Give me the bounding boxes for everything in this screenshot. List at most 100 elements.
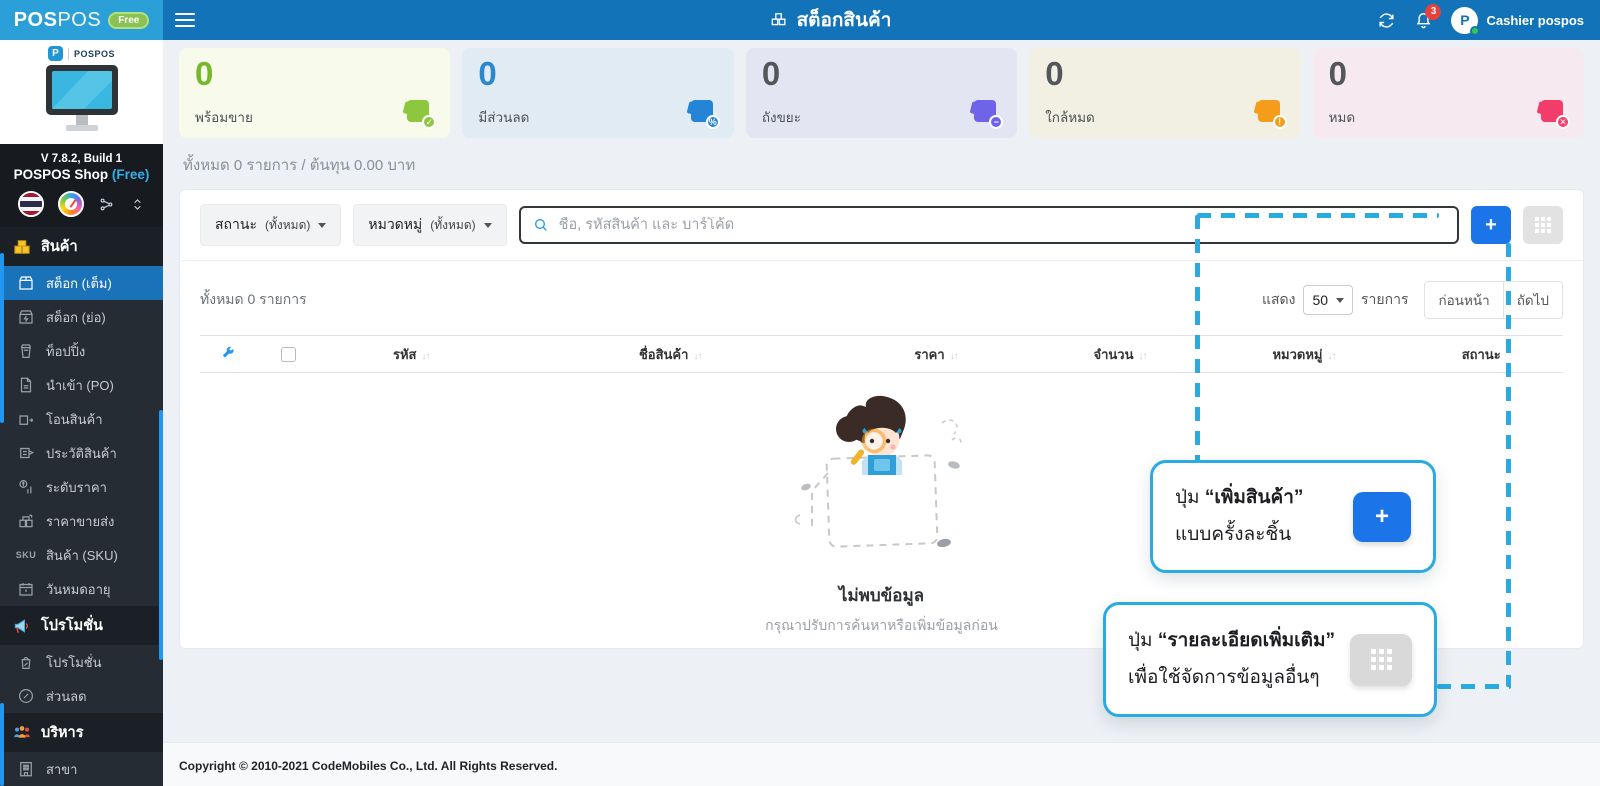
shop-plan: (Free) <box>112 167 150 182</box>
price-level-icon <box>16 477 36 497</box>
mini-logo-p-icon: P <box>48 46 63 61</box>
stock-panel: สถานะ(ทั้งหมด) หมวดหมู่(ทั้งหมด) + ทั้งห… <box>179 189 1584 649</box>
more-details-button[interactable] <box>1523 206 1563 244</box>
pos-monitor-illustration <box>34 61 130 135</box>
column-settings-wrench-icon[interactable] <box>200 336 255 373</box>
show-label: แสดง <box>1262 289 1296 311</box>
stat-label: มีส่วนลด <box>478 106 717 128</box>
user-menu[interactable]: P Cashier pospos <box>1451 7 1584 34</box>
theme-gauge-icon[interactable] <box>58 191 84 217</box>
notifications-bell-icon[interactable]: 3 <box>1414 11 1433 30</box>
stock-mini-icon <box>16 307 36 327</box>
stat-value: 0 <box>195 56 434 92</box>
box-warning-icon: ! <box>1255 100 1285 126</box>
no-data-illustration <box>776 395 988 567</box>
column-price[interactable]: ราคา↓↑ <box>841 336 1032 373</box>
sidebar-scrollbar[interactable] <box>0 253 4 423</box>
stat-label: พร้อมขาย <box>195 106 434 128</box>
stat-card-discounted[interactable]: 0 มีส่วนลด % <box>462 48 733 138</box>
more-details-button-preview[interactable] <box>1350 634 1412 686</box>
sidebar-item-topping[interactable]: ท็อปปิ้ง <box>0 334 163 368</box>
stat-card-out-of-stock[interactable]: 0 หมด ✕ <box>1313 48 1584 138</box>
box-check-icon: ✓ <box>404 100 434 126</box>
callout-text: ปุ่ม “เพิ่มสินค้า” แบบครั้งละชิ้น <box>1175 480 1303 552</box>
search-input[interactable] <box>559 217 1445 233</box>
status-filter-dropdown[interactable]: สถานะ(ทั้งหมด) <box>200 204 341 246</box>
search-icon <box>533 217 549 233</box>
sidebar-scrollbar[interactable] <box>0 703 4 786</box>
sidebar: P POSPOS V 7.8.2, Build 1 POSPOS Shop (F… <box>0 40 163 786</box>
list-controls: ทั้งหมด 0 รายการ แสดง 50 รายการ ก่อนหน้า… <box>180 261 1583 331</box>
wholesale-boxes-icon <box>16 511 36 531</box>
stock-boxes-icon <box>769 10 789 30</box>
refresh-icon[interactable] <box>1377 11 1396 30</box>
stat-card-low-stock[interactable]: 0 ใกล้หมด ! <box>1029 48 1300 138</box>
column-category[interactable]: หมวดหมู่↓↑ <box>1209 336 1400 373</box>
column-product-name[interactable]: ชื่อสินค้า↓↑ <box>500 336 841 373</box>
list-total: ทั้งหมด 0 รายการ <box>200 289 307 311</box>
sidebar-item-label: ราคาขายส่ง <box>46 511 114 532</box>
sidebar-item-product-history[interactable]: ประวัติสินค้า <box>0 436 163 470</box>
app-logo[interactable]: POSPOS Free <box>0 0 163 40</box>
prev-page-button[interactable]: ก่อนหน้า <box>1424 281 1503 319</box>
stat-card-ready-to-sell[interactable]: 0 พร้อมขาย ✓ <box>179 48 450 138</box>
column-code[interactable]: รหัส↓↑ <box>323 336 500 373</box>
stat-label: ใกล้หมด <box>1045 106 1284 128</box>
sidebar-item-sku[interactable]: SKU สินค้า (SKU) <box>0 538 163 572</box>
sidebar-item-price-level[interactable]: ระดับราคา <box>0 470 163 504</box>
shop-name: POSPOS Shop <box>14 167 109 182</box>
callout-text: ปุ่ม “รายละเอียดเพิ่มเติม” เพื่อใช้จัดกา… <box>1128 623 1335 695</box>
expiry-calendar-icon <box>16 579 36 599</box>
sidebar-item-stock-mini[interactable]: สต็อก (ย่อ) <box>0 300 163 334</box>
transfer-box-icon <box>16 409 36 429</box>
page-title: สต็อกสินค้า <box>769 5 892 35</box>
add-product-button[interactable]: + <box>1471 206 1511 244</box>
sidebar-item-branch[interactable]: สาขา <box>0 752 163 786</box>
shop-info: V 7.8.2, Build 1 POSPOS Shop (Free) <box>0 144 163 227</box>
sidebar-item-import-po[interactable]: นำเข้า (PO) <box>0 368 163 402</box>
sort-icon: ↓↑ <box>422 351 430 362</box>
next-page-button[interactable]: ถัดไป <box>1504 281 1563 319</box>
page-size-select[interactable]: 50 <box>1303 285 1353 315</box>
menu-toggle-icon[interactable] <box>175 9 195 31</box>
purchase-order-doc-icon <box>16 375 36 395</box>
branch-building-icon <box>16 759 36 779</box>
topping-cup-icon <box>16 341 36 361</box>
share-icon[interactable] <box>98 196 115 213</box>
column-status[interactable]: สถานะ <box>1399 336 1563 373</box>
add-product-button-preview[interactable]: + <box>1353 492 1411 542</box>
sort-icon: ↓↑ <box>1328 351 1336 362</box>
table-header-row: รหัส↓↑ ชื่อสินค้า↓↑ ราคา↓↑ จำนวน↓↑ หมวดห… <box>200 336 1563 373</box>
sidebar-item-label: สาขา <box>46 759 77 780</box>
sidebar-item-label: ท็อปปิ้ง <box>46 341 85 362</box>
sidebar-item-transfer[interactable]: โอนสินค้า <box>0 402 163 436</box>
sidebar-item-stock-full[interactable]: สต็อก (เต็ม) <box>0 266 163 300</box>
sidebar-menu: สินค้า สต็อก (เต็ม) สต็อก (ย่อ) ท็อปปิ้ง… <box>0 227 163 786</box>
products-boxes-icon <box>12 237 32 257</box>
column-quantity[interactable]: จำนวน↓↑ <box>1031 336 1208 373</box>
chevron-down-icon <box>484 223 492 228</box>
top-bar: POSPOS Free สต็อกสินค้า 3 P Cashier posp… <box>0 0 1600 40</box>
stat-value: 0 <box>478 56 717 92</box>
sidebar-item-wholesale-price[interactable]: ราคาขายส่ง <box>0 504 163 538</box>
sidebar-scrollbar[interactable] <box>159 410 163 660</box>
sidebar-item-label: นำเข้า (PO) <box>46 375 114 396</box>
sidebar-item-label: ส่วนลด <box>46 686 87 707</box>
stat-label: ถังขยะ <box>762 106 1001 128</box>
sidebar-item-expiry-date[interactable]: วันหมดอายุ <box>0 572 163 606</box>
category-filter-dropdown[interactable]: หมวดหมู่(ทั้งหมด) <box>353 204 506 246</box>
sidebar-item-discount[interactable]: ส่วนลด <box>0 679 163 713</box>
add-product-callout: ปุ่ม “เพิ่มสินค้า” แบบครั้งละชิ้น + <box>1150 460 1436 573</box>
sidebar-item-label: สต็อก (ย่อ) <box>46 307 106 328</box>
sort-icon: ↓↑ <box>693 351 701 362</box>
section-promotion: โปรโมชั่น <box>0 606 163 645</box>
thai-flag-icon[interactable] <box>18 191 44 217</box>
sidebar-item-promotion[interactable]: โปรโมชั่น <box>0 645 163 679</box>
stat-card-trash[interactable]: 0 ถังขยะ − <box>746 48 1017 138</box>
mini-logo: P POSPOS <box>48 46 115 61</box>
collapse-chevrons-icon[interactable] <box>129 196 146 213</box>
section-management: บริหาร <box>0 713 163 752</box>
people-group-icon <box>12 723 32 743</box>
box-percent-icon: % <box>688 100 718 126</box>
select-all-checkbox[interactable] <box>281 347 296 362</box>
